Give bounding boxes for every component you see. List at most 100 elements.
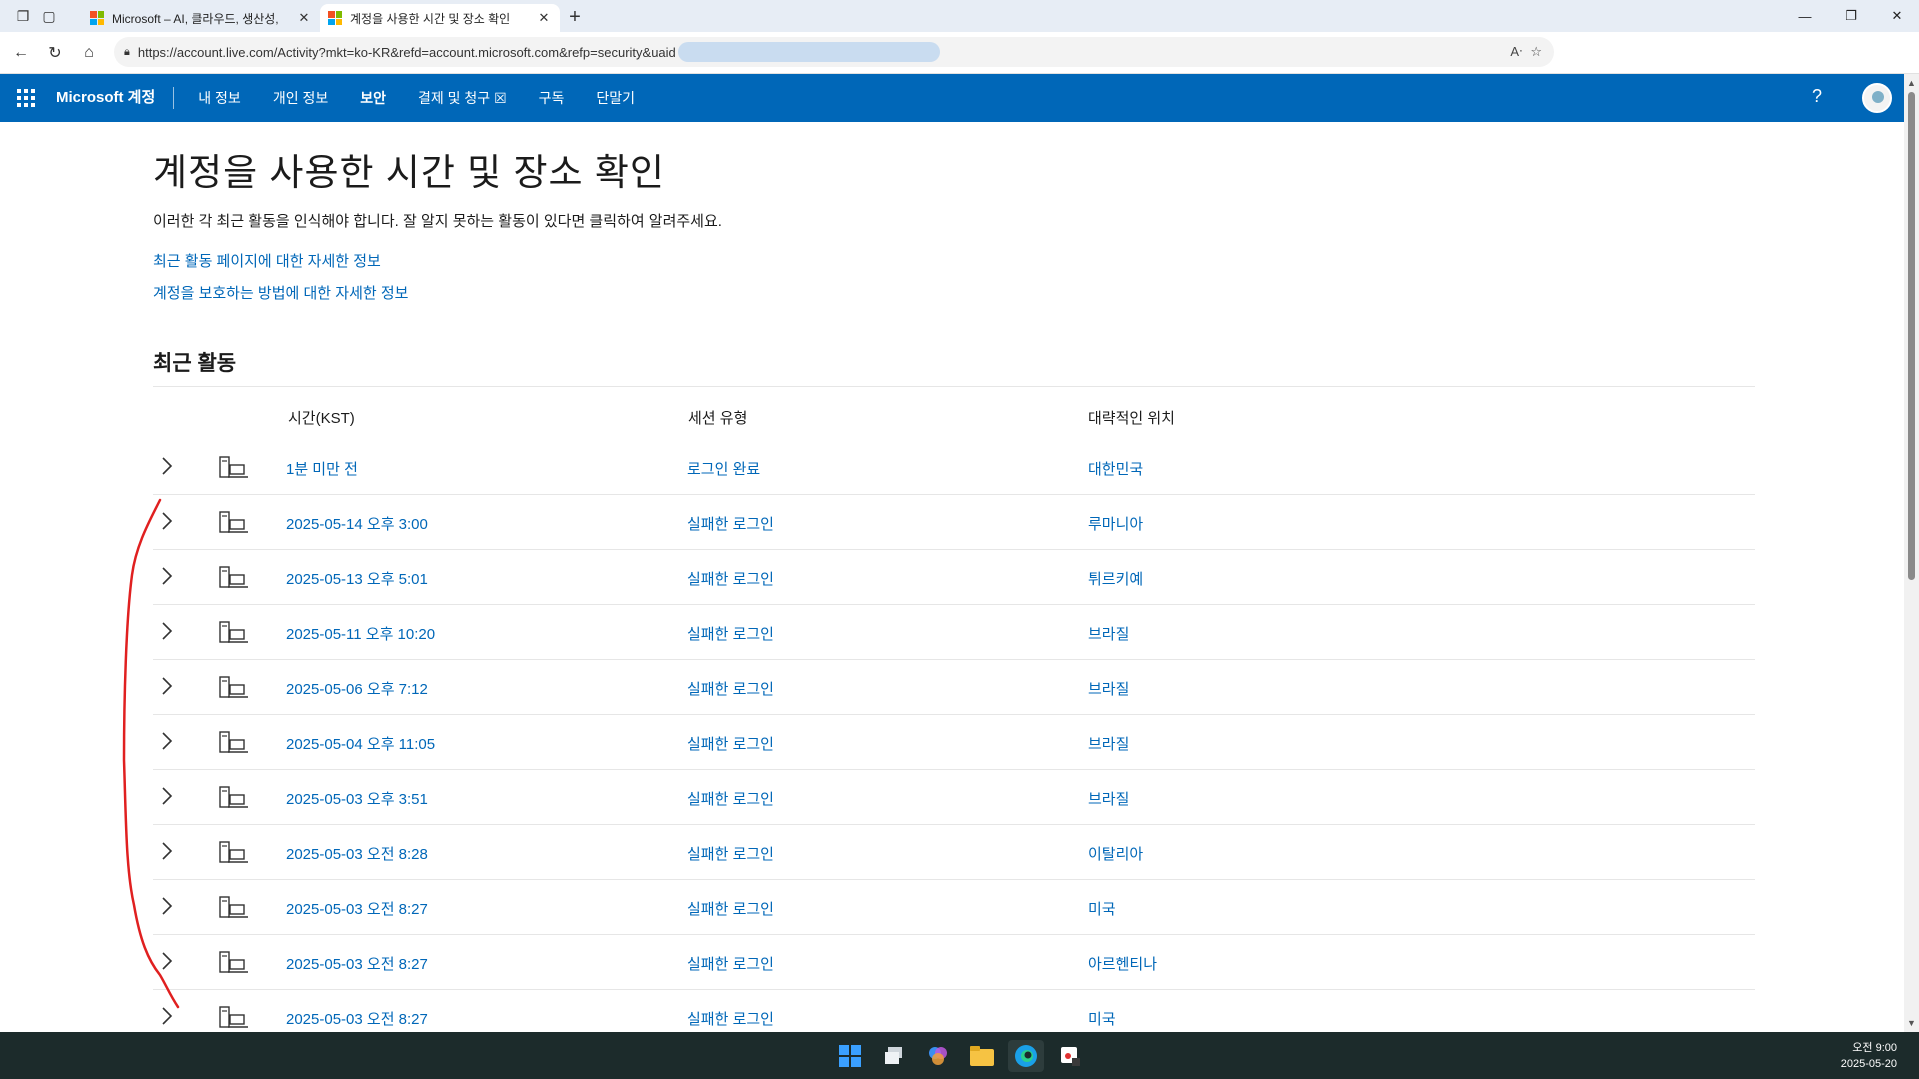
new-tab-button[interactable]: + [560, 2, 590, 32]
favorite-star-icon[interactable]: ☆ [1530, 44, 1542, 60]
refresh-button[interactable]: ↻ [38, 36, 72, 70]
activity-time-link[interactable]: 2025-05-03 오전 8:28 [286, 843, 428, 864]
location-link[interactable]: 이탈리아 [1088, 843, 1143, 864]
location-link[interactable]: 대한민국 [1088, 458, 1143, 479]
activity-time-link[interactable]: 2025-05-13 오후 5:01 [286, 568, 428, 589]
restore-button[interactable]: ❐ [1828, 0, 1874, 32]
chevron-right-icon[interactable] [157, 784, 177, 808]
activity-time-link[interactable]: 2025-05-06 오후 7:12 [286, 678, 428, 699]
session-type-link[interactable]: 실패한 로그인 [687, 788, 774, 809]
page-scrollbar[interactable]: ▲ ▼ [1904, 74, 1919, 1032]
activity-time-link[interactable]: 2025-05-03 오전 8:27 [286, 1008, 428, 1029]
chevron-right-icon[interactable] [157, 894, 177, 918]
close-window-button[interactable]: ✕ [1874, 0, 1919, 32]
tab-activity[interactable]: 계정을 사용한 시간 및 장소 확인 ✕ [320, 4, 560, 32]
location-link[interactable]: 브라질 [1088, 623, 1129, 644]
help-icon[interactable]: ? [1812, 86, 1822, 107]
scroll-up-icon[interactable]: ▲ [1907, 78, 1916, 88]
home-button[interactable]: ⌂ [72, 36, 106, 70]
table-row[interactable]: 1분 미만 전 로그인 완료 대한민국 [153, 440, 1755, 495]
chevron-right-icon[interactable] [157, 1004, 177, 1028]
back-button[interactable]: ← [4, 36, 38, 70]
minimize-button[interactable]: — [1782, 0, 1828, 32]
scroll-down-icon[interactable]: ▼ [1907, 1018, 1916, 1028]
close-icon[interactable]: ✕ [536, 10, 552, 26]
device-icon [219, 894, 249, 920]
session-type-link[interactable]: 실패한 로그인 [687, 568, 774, 589]
location-link[interactable]: 루마니아 [1088, 513, 1143, 534]
location-link[interactable]: 튀르키예 [1088, 568, 1143, 589]
table-row[interactable]: 2025-05-13 오후 5:01 실패한 로그인 튀르키예 [153, 550, 1755, 605]
location-link[interactable]: 미국 [1088, 1008, 1116, 1029]
chevron-right-icon[interactable] [157, 674, 177, 698]
file-explorer-icon[interactable] [964, 1040, 1000, 1072]
recent-activity-info-link[interactable]: 최근 활동 페이지에 대한 자세한 정보 [153, 250, 381, 271]
chevron-right-icon[interactable] [157, 839, 177, 863]
table-row[interactable]: 2025-05-03 오후 3:51 실패한 로그인 브라질 [153, 770, 1755, 825]
location-link[interactable]: 미국 [1088, 898, 1116, 919]
activity-time-link[interactable]: 2025-05-03 오전 8:27 [286, 898, 428, 919]
lock-icon[interactable]: 🔒︎ [124, 46, 130, 59]
nav-item-subscriptions[interactable]: 구독 [523, 74, 581, 122]
snipping-tool-icon[interactable] [1052, 1040, 1088, 1072]
nav-item-privacy[interactable]: 개인 정보 [257, 74, 344, 122]
workspaces-icon[interactable]: ❐ [10, 0, 36, 32]
table-row[interactable]: 2025-05-14 오후 3:00 실패한 로그인 루마니아 [153, 495, 1755, 550]
app-launcher-icon[interactable] [14, 86, 38, 110]
location-link[interactable]: 아르헨티나 [1088, 953, 1157, 974]
brand-title[interactable]: Microsoft 계정 [56, 87, 175, 109]
session-type-link[interactable]: 실패한 로그인 [687, 953, 774, 974]
chevron-right-icon[interactable] [157, 454, 177, 478]
table-row[interactable]: 2025-05-03 오전 8:27 실패한 로그인 미국 [153, 990, 1755, 1032]
avatar[interactable] [1862, 83, 1892, 113]
protect-account-link[interactable]: 계정을 보호하는 방법에 대한 자세한 정보 [153, 282, 408, 303]
nav-item-security[interactable]: 보안 [344, 74, 402, 122]
edge-browser-icon[interactable] [1008, 1040, 1044, 1072]
read-aloud-icon[interactable]: Aᐧ [1510, 44, 1522, 60]
table-row[interactable]: 2025-05-04 오후 11:05 실패한 로그인 브라질 [153, 715, 1755, 770]
copilot-app-icon[interactable] [920, 1040, 956, 1072]
task-view-icon[interactable] [876, 1040, 912, 1072]
chevron-right-icon[interactable] [157, 564, 177, 588]
device-icon [219, 564, 249, 590]
session-type-link[interactable]: 실패한 로그인 [687, 843, 774, 864]
device-icon [219, 509, 249, 535]
location-link[interactable]: 브라질 [1088, 733, 1129, 754]
start-icon[interactable] [832, 1040, 868, 1072]
location-link[interactable]: 브라질 [1088, 788, 1129, 809]
table-row[interactable]: 2025-05-11 오후 10:20 실패한 로그인 브라질 [153, 605, 1755, 660]
system-clock[interactable]: 오전 9:00 2025-05-20 [1841, 1040, 1897, 1072]
session-type-link[interactable]: 로그인 완료 [687, 458, 760, 479]
table-header: 시간(KST) 세션 유형 대략적인 위치 [153, 386, 1755, 440]
chevron-right-icon[interactable] [157, 509, 177, 533]
activity-time-link[interactable]: 1분 미만 전 [286, 458, 358, 479]
chevron-right-icon[interactable] [157, 619, 177, 643]
session-type-link[interactable]: 실패한 로그인 [687, 733, 774, 754]
close-icon[interactable]: ✕ [296, 10, 312, 26]
table-row[interactable]: 2025-05-06 오후 7:12 실패한 로그인 브라질 [153, 660, 1755, 715]
activity-time-link[interactable]: 2025-05-03 오전 8:27 [286, 953, 428, 974]
activity-time-link[interactable]: 2025-05-14 오후 3:00 [286, 513, 428, 534]
vertical-tabs-icon[interactable]: ▢ [36, 0, 62, 32]
session-type-link[interactable]: 실패한 로그인 [687, 513, 774, 534]
chevron-right-icon[interactable] [157, 729, 177, 753]
activity-time-link[interactable]: 2025-05-11 오후 10:20 [286, 623, 435, 644]
table-row[interactable]: 2025-05-03 오전 8:28 실패한 로그인 이탈리아 [153, 825, 1755, 880]
table-row[interactable]: 2025-05-03 오전 8:27 실패한 로그인 미국 [153, 880, 1755, 935]
nav-item-my-info[interactable]: 내 정보 [182, 74, 257, 122]
session-type-link[interactable]: 실패한 로그인 [687, 1008, 774, 1029]
tab-microsoft[interactable]: Microsoft – AI, 클라우드, 생산성, ✕ [82, 4, 320, 32]
header-location: 대략적인 위치 [1088, 410, 1175, 427]
session-type-link[interactable]: 실패한 로그인 [687, 623, 774, 644]
session-type-link[interactable]: 실패한 로그인 [687, 898, 774, 919]
activity-time-link[interactable]: 2025-05-03 오후 3:51 [286, 788, 428, 809]
activity-time-link[interactable]: 2025-05-04 오후 11:05 [286, 733, 435, 754]
table-row[interactable]: 2025-05-03 오전 8:27 실패한 로그인 아르헨티나 [153, 935, 1755, 990]
chevron-right-icon[interactable] [157, 949, 177, 973]
session-type-link[interactable]: 실패한 로그인 [687, 678, 774, 699]
nav-item-billing[interactable]: 결제 및 청구 ☒ [402, 74, 523, 122]
nav-item-devices[interactable]: 단말기 [580, 74, 651, 122]
url-field[interactable]: 🔒︎ https://account.live.com/Activity?mkt… [114, 37, 1554, 67]
location-link[interactable]: 브라질 [1088, 678, 1129, 699]
scroll-thumb[interactable] [1908, 92, 1915, 580]
